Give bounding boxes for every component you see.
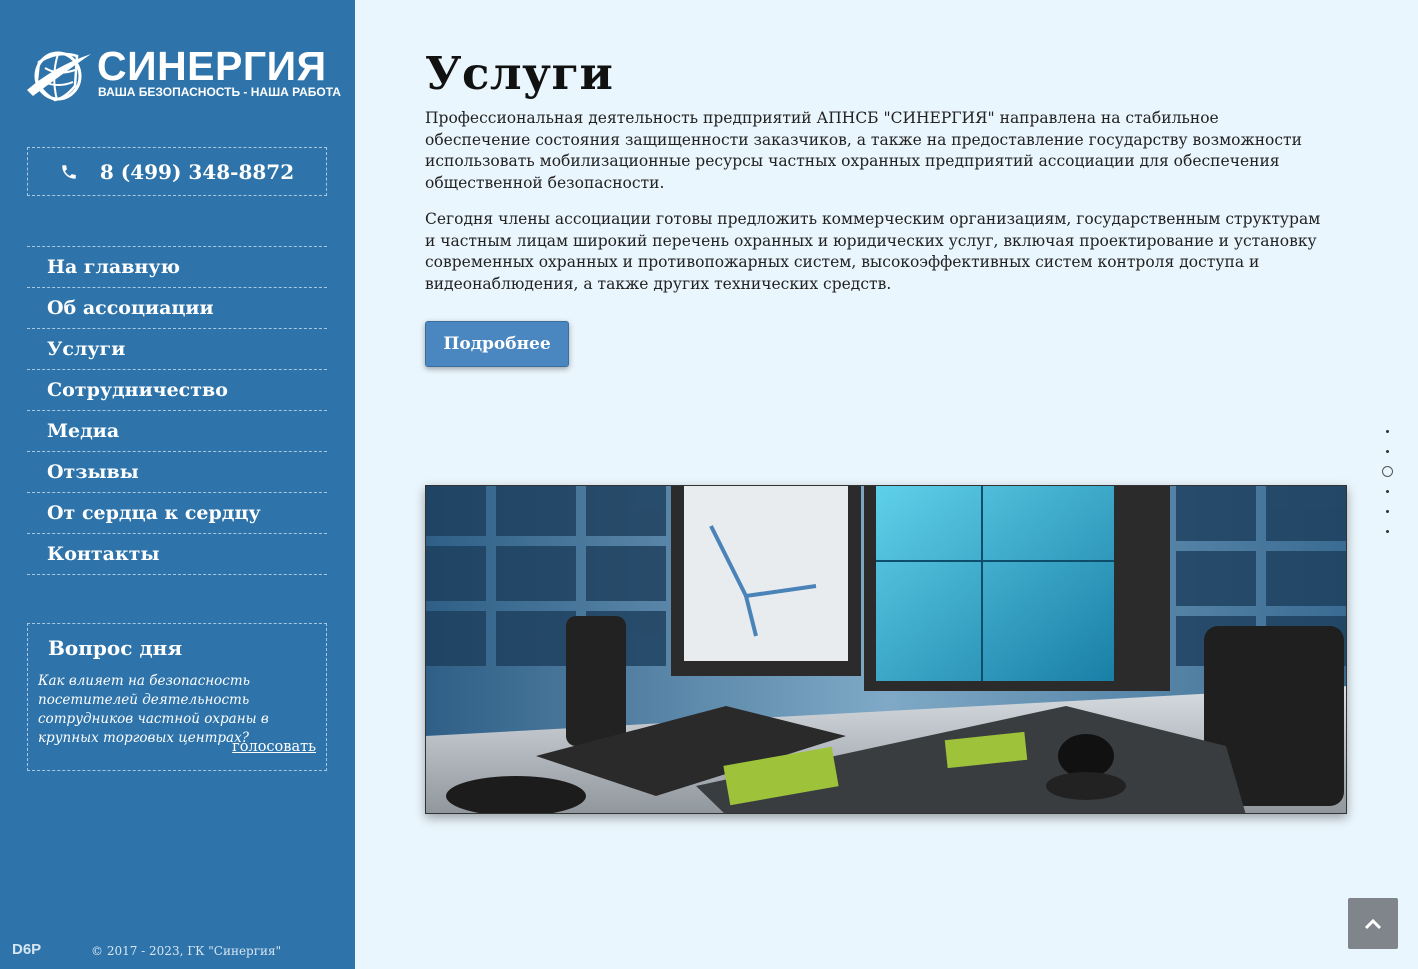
security-control-room-image — [425, 485, 1347, 814]
slide-dot-3-active[interactable] — [1381, 466, 1393, 477]
page-title: Услуги — [425, 47, 614, 100]
slide-dot-1[interactable] — [1385, 430, 1389, 433]
slide-dot-2[interactable] — [1385, 450, 1389, 453]
question-title: Вопрос дня — [48, 636, 183, 660]
intro-paragraph: Профессиональная деятельность предприяти… — [425, 109, 1302, 193]
nav-item-about[interactable]: Об ассоциации — [27, 288, 327, 329]
slide-dots — [1380, 430, 1394, 550]
nav-item-reviews[interactable]: Отзывы — [27, 452, 327, 493]
more-button[interactable]: Подробнее — [425, 321, 569, 367]
logo-subtitle: ВАША БЕЗОПАСНОСТЬ - НАША РАБОТА — [98, 85, 341, 99]
nav-item-media[interactable]: Медиа — [27, 411, 327, 452]
phone-box[interactable]: 8 (499) 348-8872 — [27, 147, 327, 196]
phone-number: 8 (499) 348-8872 — [99, 159, 295, 184]
services-paragraph: Сегодня члены ассоциации готовы предложи… — [425, 210, 1321, 294]
nav-item-home[interactable]: На главную — [27, 247, 327, 288]
copyright: © 2017 - 2023, ГК "Синергия" — [91, 944, 282, 958]
nav-item-services[interactable]: Услуги — [27, 329, 327, 370]
sidebar: СИНЕРГИЯ ВАША БЕЗОПАСНОСТЬ - НАША РАБОТА… — [0, 0, 355, 969]
phone-icon — [62, 164, 76, 179]
logo-title: СИНЕРГИЯ — [97, 43, 327, 89]
developer-logo[interactable]: D6P — [12, 941, 41, 958]
logo[interactable]: СИНЕРГИЯ ВАША БЕЗОПАСНОСТЬ - НАША РАБОТА — [25, 43, 341, 104]
main-nav: На главную Об ассоциации Услуги Сотрудни… — [27, 246, 327, 575]
nav-item-cooperation[interactable]: Сотрудничество — [27, 370, 327, 411]
nav-item-contacts[interactable]: Контакты — [27, 534, 327, 575]
slide-dot-5[interactable] — [1385, 510, 1389, 513]
slide-dot-4[interactable] — [1385, 490, 1389, 493]
vote-link[interactable]: голосовать — [232, 739, 316, 755]
question-text: Как влияет на безопасность посетителей д… — [38, 673, 269, 746]
scroll-to-top-button[interactable] — [1348, 898, 1398, 949]
slide-dot-6[interactable] — [1385, 530, 1389, 533]
chevron-up-icon — [1364, 918, 1382, 929]
question-of-the-day: Вопрос дня Как влияет на безопасность по… — [27, 623, 327, 771]
globe-shield-icon — [27, 51, 91, 102]
nav-item-heart-to-heart[interactable]: От сердца к сердцу — [27, 493, 327, 534]
